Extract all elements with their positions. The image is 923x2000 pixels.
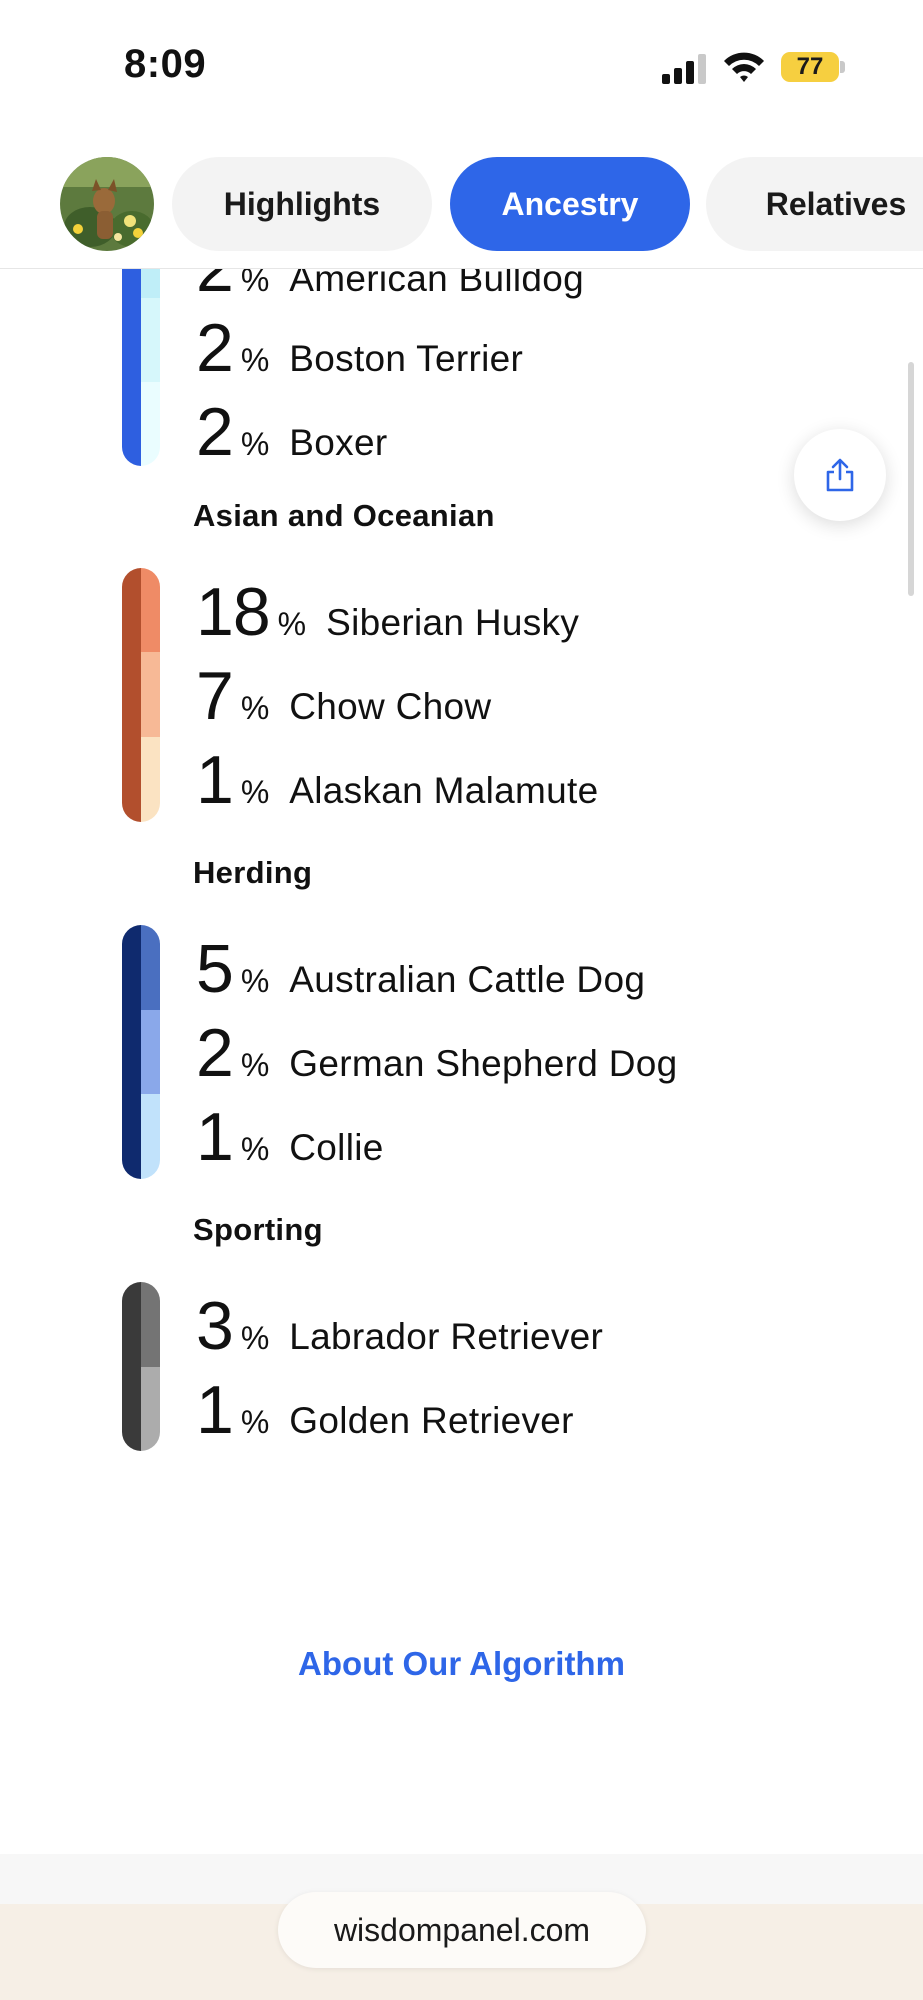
breed-row[interactable]: 18 % Siberian Husky <box>196 570 579 654</box>
tab-relatives[interactable]: Relatives <box>706 157 923 251</box>
percent-sign: % <box>240 963 270 999</box>
breed-name: Labrador Retriever <box>289 1316 604 1357</box>
breed-name: German Shepherd Dog <box>289 1043 678 1084</box>
breed-group-bar <box>122 925 160 1179</box>
percent-sign: % <box>240 342 270 378</box>
share-button[interactable] <box>794 429 886 521</box>
percent-sign: % <box>240 1404 270 1440</box>
breed-group-bar <box>122 250 160 466</box>
status-time: 8:09 <box>124 42 207 86</box>
breed-name: Alaskan Malamute <box>289 770 599 811</box>
breed-group-bar <box>122 1282 160 1451</box>
breed-row[interactable]: 3 % Labrador Retriever <box>196 1284 603 1368</box>
breed-row[interactable]: 5 % Australian Cattle Dog <box>196 927 645 1011</box>
wifi-icon <box>724 52 764 82</box>
percent-sign: % <box>240 426 270 462</box>
breed-name: Boxer <box>289 422 388 463</box>
group-title: Asian and Oceanian <box>193 498 495 533</box>
tabs-header: Highlights Ancestry Relatives <box>0 140 923 269</box>
breed-percent: 3 <box>196 1288 234 1364</box>
percent-sign: % <box>240 690 270 726</box>
share-icon <box>826 458 854 492</box>
breed-row[interactable]: 2 % Boxer <box>196 390 387 474</box>
breed-name: Golden Retriever <box>289 1400 574 1441</box>
breed-percent: 1 <box>196 742 234 818</box>
ancestry-content: 2 % American Bulldog 2 % Boston Terrier … <box>0 0 923 2000</box>
breed-percent: 2 <box>196 1015 234 1091</box>
breed-row[interactable]: 7 % Chow Chow <box>196 654 491 738</box>
breed-percent: 5 <box>196 931 234 1007</box>
breed-row[interactable]: 1 % Alaskan Malamute <box>196 738 598 822</box>
signal-icon <box>662 54 706 84</box>
about-algorithm-link[interactable]: About Our Algorithm <box>0 1645 923 1683</box>
breed-name: Australian Cattle Dog <box>289 959 646 1000</box>
scrollbar[interactable] <box>908 362 914 596</box>
breed-percent: 1 <box>196 1099 234 1175</box>
percent-sign: % <box>240 1131 270 1167</box>
breed-row[interactable]: 2 % Boston Terrier <box>196 306 523 390</box>
breed-row[interactable]: 1 % Collie <box>196 1095 384 1179</box>
battery-tip <box>840 61 845 73</box>
url-bar[interactable]: wisdompanel.com <box>278 1892 646 1968</box>
breed-percent: 7 <box>196 658 234 734</box>
breed-percent: 1 <box>196 1372 234 1448</box>
group-title: Herding <box>193 855 313 890</box>
percent-sign: % <box>277 606 307 642</box>
percent-sign: % <box>240 1320 270 1356</box>
breed-name: Siberian Husky <box>326 602 580 643</box>
breed-percent: 2 <box>196 394 234 470</box>
breed-name: Boston Terrier <box>289 338 524 379</box>
breed-group-bar <box>122 568 160 822</box>
breed-name: Chow Chow <box>289 686 492 727</box>
breed-name: Collie <box>289 1127 384 1168</box>
percent-sign: % <box>240 1047 270 1083</box>
tab-ancestry[interactable]: Ancestry <box>450 157 690 251</box>
tab-highlights[interactable]: Highlights <box>172 157 432 251</box>
breed-percent: 18 <box>196 574 271 650</box>
group-title: Sporting <box>193 1212 323 1247</box>
status-bar: 8:09 77 <box>0 0 923 140</box>
breed-row[interactable]: 2 % German Shepherd Dog <box>196 1011 678 1095</box>
breed-percent: 2 <box>196 310 234 386</box>
avatar[interactable] <box>60 157 154 251</box>
percent-sign: % <box>240 774 270 810</box>
battery-icon: 77 <box>781 52 839 82</box>
breed-row[interactable]: 1 % Golden Retriever <box>196 1368 574 1452</box>
